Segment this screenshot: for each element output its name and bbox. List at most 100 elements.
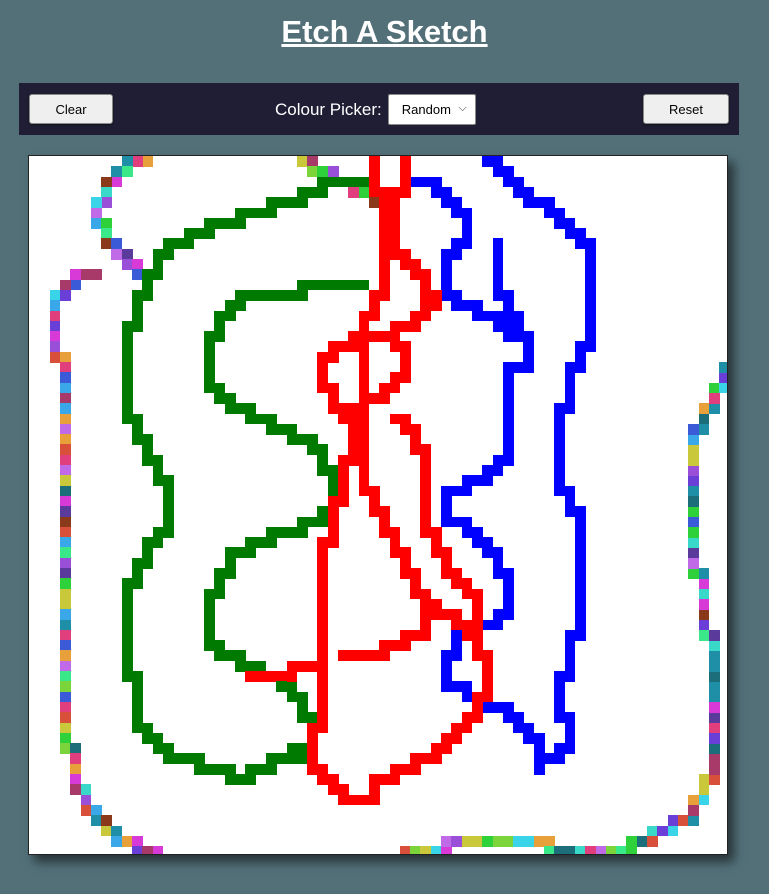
grid-cell[interactable] xyxy=(80,269,92,281)
grid-cell[interactable] xyxy=(59,743,71,754)
grid-cell[interactable] xyxy=(327,392,339,404)
grid-cell[interactable] xyxy=(708,403,720,415)
grid-cell[interactable] xyxy=(358,465,370,476)
grid-cell[interactable] xyxy=(502,310,514,322)
grid-cell[interactable] xyxy=(430,176,442,188)
grid-cell[interactable] xyxy=(348,650,360,662)
grid-cell[interactable] xyxy=(286,660,298,672)
grid-cell[interactable] xyxy=(554,403,566,415)
grid-cell[interactable] xyxy=(152,743,164,754)
grid-cell[interactable] xyxy=(585,310,597,322)
grid-cell[interactable] xyxy=(399,362,411,373)
grid-cell[interactable] xyxy=(585,259,597,270)
grid-cell[interactable] xyxy=(698,568,710,579)
grid-cell[interactable] xyxy=(245,660,257,672)
grid-cell[interactable] xyxy=(121,156,133,167)
grid-cell[interactable] xyxy=(533,763,545,775)
grid-cell[interactable] xyxy=(698,598,710,610)
grid-cell[interactable] xyxy=(59,289,71,301)
grid-cell[interactable] xyxy=(708,701,720,713)
grid-cell[interactable] xyxy=(142,732,154,744)
grid-cell[interactable] xyxy=(389,413,401,425)
grid-cell[interactable] xyxy=(327,774,339,785)
grid-cell[interactable] xyxy=(471,650,483,662)
grid-cell[interactable] xyxy=(482,691,494,703)
grid-cell[interactable] xyxy=(626,846,638,854)
grid-cell[interactable] xyxy=(132,568,143,579)
grid-cell[interactable] xyxy=(564,660,576,672)
grid-cell[interactable] xyxy=(348,403,360,415)
grid-cell[interactable] xyxy=(430,743,442,754)
grid-cell[interactable] xyxy=(471,609,483,621)
grid-cell[interactable] xyxy=(554,423,566,435)
grid-cell[interactable] xyxy=(193,763,205,775)
grid-cell[interactable] xyxy=(142,537,154,548)
grid-cell[interactable] xyxy=(688,568,700,579)
grid-cell[interactable] xyxy=(688,537,700,548)
grid-cell[interactable] xyxy=(307,722,318,734)
grid-cell[interactable] xyxy=(492,279,504,291)
grid-cell[interactable] xyxy=(70,774,82,785)
grid-cell[interactable] xyxy=(708,629,720,641)
grid-cell[interactable] xyxy=(585,238,597,250)
grid-cell[interactable] xyxy=(152,454,164,466)
grid-cell[interactable] xyxy=(461,217,473,229)
grid-cell[interactable] xyxy=(59,434,71,445)
grid-cell[interactable] xyxy=(688,454,700,466)
grid-cell[interactable] xyxy=(317,650,329,662)
grid-cell[interactable] xyxy=(471,526,483,538)
grid-cell[interactable] xyxy=(121,588,133,600)
grid-cell[interactable] xyxy=(544,753,555,765)
grid-cell[interactable] xyxy=(183,228,195,239)
grid-cell[interactable] xyxy=(399,568,411,579)
grid-cell[interactable] xyxy=(286,434,298,445)
grid-cell[interactable] xyxy=(513,186,524,198)
grid-cell[interactable] xyxy=(554,217,566,229)
grid-cell[interactable] xyxy=(502,300,514,312)
grid-cell[interactable] xyxy=(368,176,380,188)
grid-cell[interactable] xyxy=(574,228,586,239)
grid-cell[interactable] xyxy=(564,722,576,734)
grid-cell[interactable] xyxy=(502,331,514,342)
grid-cell[interactable] xyxy=(286,681,298,693)
grid-cell[interactable] xyxy=(111,166,123,178)
grid-cell[interactable] xyxy=(574,588,586,600)
grid-cell[interactable] xyxy=(502,588,514,600)
grid-cell[interactable] xyxy=(574,629,586,641)
grid-cell[interactable] xyxy=(317,598,329,610)
grid-cell[interactable] xyxy=(296,712,308,724)
grid-cell[interactable] xyxy=(420,485,432,497)
grid-cell[interactable] xyxy=(574,526,586,538)
grid-cell[interactable] xyxy=(286,753,298,765)
grid-cell[interactable] xyxy=(492,465,504,476)
grid-cell[interactable] xyxy=(245,207,257,219)
grid-cell[interactable] xyxy=(492,166,504,178)
grid-cell[interactable] xyxy=(492,289,504,301)
grid-cell[interactable] xyxy=(59,506,71,518)
grid-cell[interactable] xyxy=(482,465,494,476)
grid-cell[interactable] xyxy=(471,640,483,651)
grid-cell[interactable] xyxy=(121,609,133,621)
grid-cell[interactable] xyxy=(564,372,576,384)
grid-cell[interactable] xyxy=(471,588,483,600)
grid-cell[interactable] xyxy=(410,434,421,445)
grid-cell[interactable] xyxy=(358,434,370,445)
grid-cell[interactable] xyxy=(585,269,597,281)
grid-cell[interactable] xyxy=(399,846,411,854)
grid-cell[interactable] xyxy=(358,475,370,487)
grid-cell[interactable] xyxy=(70,753,82,765)
grid-cell[interactable] xyxy=(461,526,473,538)
grid-cell[interactable] xyxy=(471,300,483,312)
grid-cell[interactable] xyxy=(59,598,71,610)
grid-cell[interactable] xyxy=(368,794,380,806)
grid-cell[interactable] xyxy=(338,176,349,188)
grid-cell[interactable] xyxy=(327,485,339,497)
grid-cell[interactable] xyxy=(142,557,154,569)
grid-cell[interactable] xyxy=(224,310,236,322)
grid-cell[interactable] xyxy=(224,300,236,312)
grid-cell[interactable] xyxy=(399,423,411,435)
grid-cell[interactable] xyxy=(513,712,524,724)
grid-cell[interactable] xyxy=(554,712,566,724)
grid-cell[interactable] xyxy=(121,403,133,415)
grid-cell[interactable] xyxy=(502,454,514,466)
